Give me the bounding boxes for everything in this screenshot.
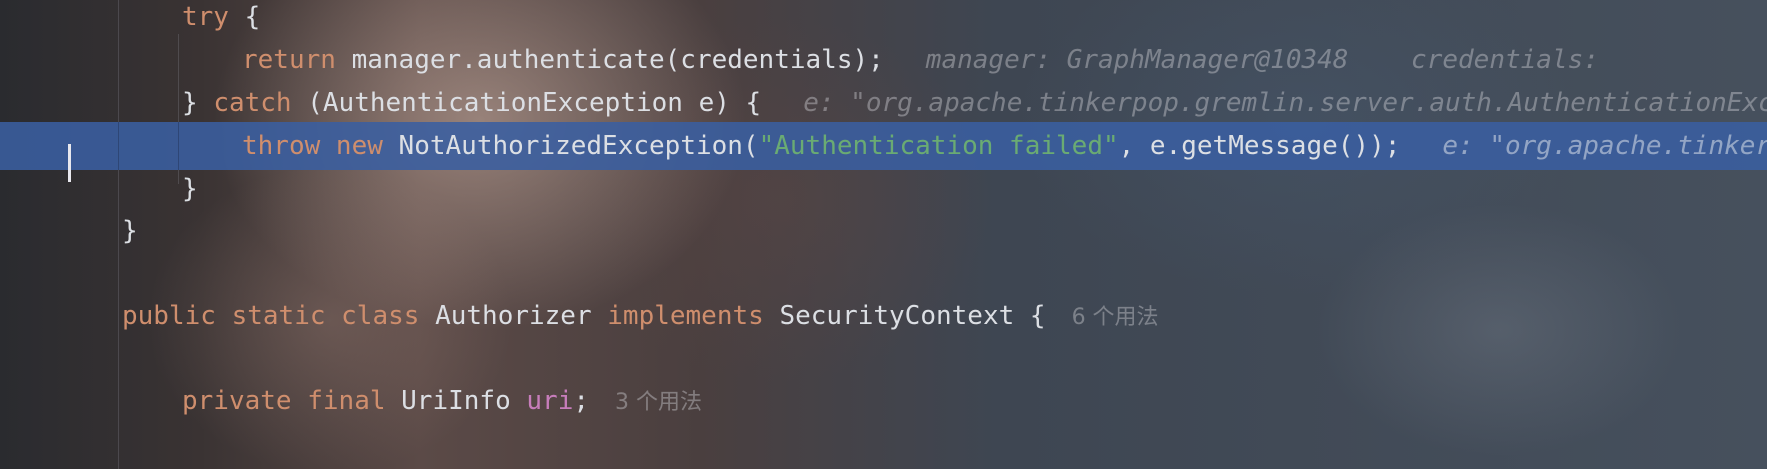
code-line[interactable]: public static class Authorizer implement… bbox=[0, 292, 1767, 340]
code-editor[interactable]: try { return manager.authenticate(creden… bbox=[0, 0, 1767, 469]
code-text: NotAuthorizedException( bbox=[382, 131, 759, 161]
code-text: } bbox=[122, 216, 138, 246]
code-text: SecurityContext { bbox=[763, 301, 1046, 331]
keyword: private bbox=[182, 386, 292, 416]
keyword: new bbox=[320, 131, 383, 161]
code-text: , e.getMessage()); bbox=[1118, 131, 1401, 161]
inline-debug-value: e: "org.apache.tinkerpop.gremlin.server.… bbox=[803, 88, 1767, 118]
keyword: class bbox=[325, 301, 420, 331]
code-line[interactable]: } catch (AuthenticationException e) { e: … bbox=[0, 79, 1767, 127]
usages-hint[interactable]: 6 个用法 bbox=[1072, 305, 1159, 330]
keyword: public bbox=[122, 301, 216, 331]
type-name: UriInfo bbox=[385, 386, 527, 416]
code-line[interactable]: } bbox=[0, 207, 1767, 255]
indent-guide bbox=[118, 122, 119, 170]
current-execution-line[interactable]: throw new NotAuthorizedException("Authen… bbox=[0, 122, 1767, 170]
code-line[interactable]: private final UriInfo uri; 3 个用法 bbox=[0, 377, 1767, 425]
code-line[interactable]: try { bbox=[0, 0, 1767, 41]
code-text: } bbox=[182, 88, 214, 118]
inline-debug-value: e: "org.apache.tinkerpop.gremlin bbox=[1442, 131, 1767, 161]
keyword: final bbox=[291, 386, 386, 416]
usages-hint[interactable]: 3 个用法 bbox=[615, 390, 702, 415]
code-text: ; bbox=[573, 386, 590, 416]
class-name: Authorizer bbox=[419, 301, 592, 331]
code-line[interactable]: } bbox=[0, 165, 1767, 213]
keyword: static bbox=[215, 301, 326, 331]
string-literal: "Authentication failed" bbox=[758, 131, 1119, 161]
code-text: manager.authenticate(credentials); bbox=[335, 45, 884, 75]
keyword: catch bbox=[213, 88, 292, 118]
indent-guide bbox=[178, 122, 179, 170]
inline-debug-value: manager: GraphManager@10348 credentials: bbox=[925, 45, 1615, 75]
keyword: throw bbox=[242, 131, 321, 161]
code-line[interactable]: return manager.authenticate(credentials)… bbox=[0, 36, 1767, 84]
keyword: implements bbox=[591, 301, 764, 331]
code-text: { bbox=[228, 2, 261, 32]
keyword: try bbox=[182, 2, 229, 32]
keyword: return bbox=[242, 45, 336, 75]
code-text: (AuthenticationException e) { bbox=[291, 88, 762, 118]
code-text: } bbox=[182, 174, 198, 204]
field-name: uri bbox=[526, 386, 574, 416]
